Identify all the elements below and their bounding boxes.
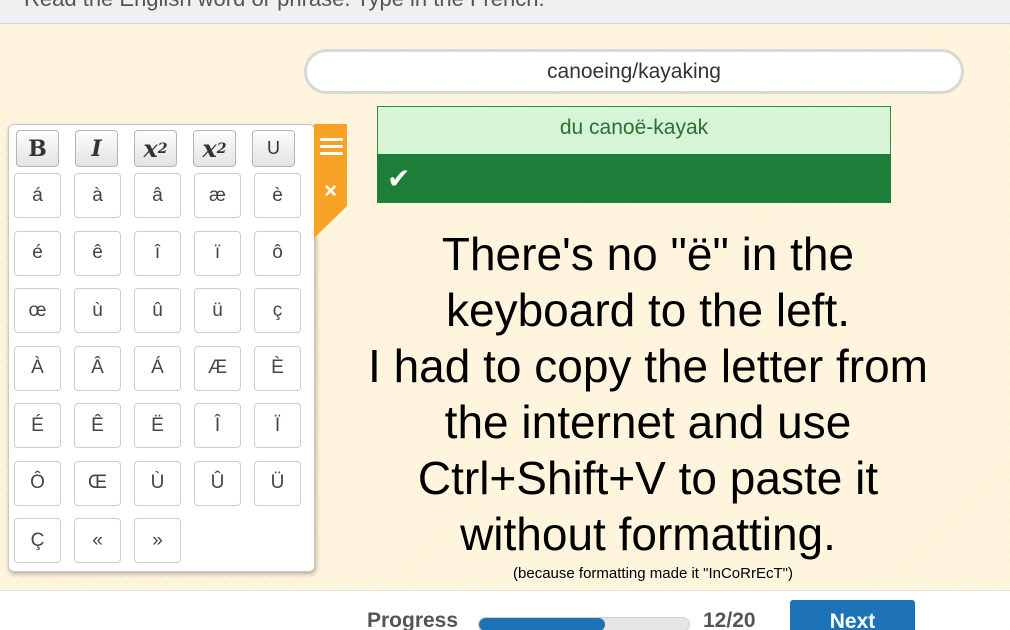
accent-key[interactable]: Ô [14,460,61,506]
progress-fill [479,618,605,630]
accent-key[interactable]: Á [134,345,181,391]
superscript-button[interactable]: x2 [134,130,177,167]
accent-key[interactable]: Œ [74,460,121,506]
superscript-base: x [143,134,158,163]
accent-key[interactable]: æ [194,173,241,218]
annotation-line: There's no "ë" in the [441,228,855,280]
progress-label: Progress [367,609,459,630]
prompt-text: canoeing/kayaking [547,59,721,83]
accent-key[interactable]: û [134,288,181,333]
annotation-line: Ctrl+Shift+V to paste it [417,452,879,504]
accent-key[interactable]: » [134,518,181,563]
annotation-line: I had to copy the letter from [368,340,928,392]
accent-key[interactable]: Æ [194,345,241,391]
subscript-base: x [202,134,217,163]
progress-count: 12/20 [703,609,756,630]
accent-key[interactable]: ç [254,288,301,333]
annotation-line: the internet and use [444,396,852,448]
accent-key[interactable]: é [14,230,61,276]
accent-key[interactable]: Ê [74,403,121,448]
accent-key[interactable]: à [74,173,121,218]
accent-key[interactable]: Â [74,345,121,391]
prompt-box: canoeing/kayaking [304,49,964,94]
accent-key[interactable]: À [14,345,61,391]
annotation-line: keyboard to the left. [445,284,851,336]
accent-key[interactable]: ô [254,230,301,276]
keyboard-side-tab: × [314,124,347,238]
accent-key[interactable]: ü [194,288,241,333]
accent-key[interactable]: Ü [254,460,301,506]
annotation-line: without formatting. [460,508,836,560]
check-icon: ✔ [387,163,411,194]
accent-key[interactable]: Î [194,403,241,448]
result-bar: ✔ [377,154,891,203]
footer: Progress 12/20 Next [0,590,1010,630]
close-icon[interactable]: × [314,178,347,204]
annotation-text: There's no "ë" in the keyboard to the le… [336,226,960,562]
accent-key[interactable]: Ï [254,403,301,448]
accent-key[interactable]: è [254,173,301,218]
accent-key[interactable]: î [134,230,181,276]
accent-key[interactable]: Û [194,460,241,506]
accent-key[interactable]: ê [74,230,121,276]
accent-key[interactable]: Ù [134,460,181,506]
accent-key[interactable]: Ë [134,403,181,448]
underline-button[interactable]: U [252,130,295,167]
answer-input[interactable]: du canoë-kayak [377,106,891,154]
subscript-exp: 2 [216,140,227,157]
bold-button[interactable]: B [16,130,59,167]
accent-key[interactable]: È [254,345,301,391]
superscript-exp: 2 [157,140,168,157]
accent-keyboard: B I x2 x2 U áàâæèéêîïôœùûüçÀÂÁÆÈÉÊËÎÏÔŒÙ… [8,124,315,572]
progress-bar [478,617,690,630]
italic-button[interactable]: I [75,130,118,167]
accent-key[interactable]: É [14,403,61,448]
subscript-button[interactable]: x2 [193,130,236,167]
accent-key[interactable]: Ç [14,518,61,563]
next-button[interactable]: Next [790,600,915,630]
accent-key[interactable]: « [74,518,121,563]
accent-key[interactable]: ï [194,230,241,276]
menu-icon[interactable] [320,138,343,159]
annotation-note: (because formatting made it "InCoRrEcT") [513,565,793,582]
accent-key[interactable]: ù [74,288,121,333]
instruction-text: Read the English word or phrase. Type in… [24,0,545,12]
accent-key[interactable]: â [134,173,181,218]
accent-key[interactable]: á [14,173,61,218]
accent-key[interactable]: œ [14,288,61,333]
top-bar: Read the English word or phrase. Type in… [0,0,1010,24]
